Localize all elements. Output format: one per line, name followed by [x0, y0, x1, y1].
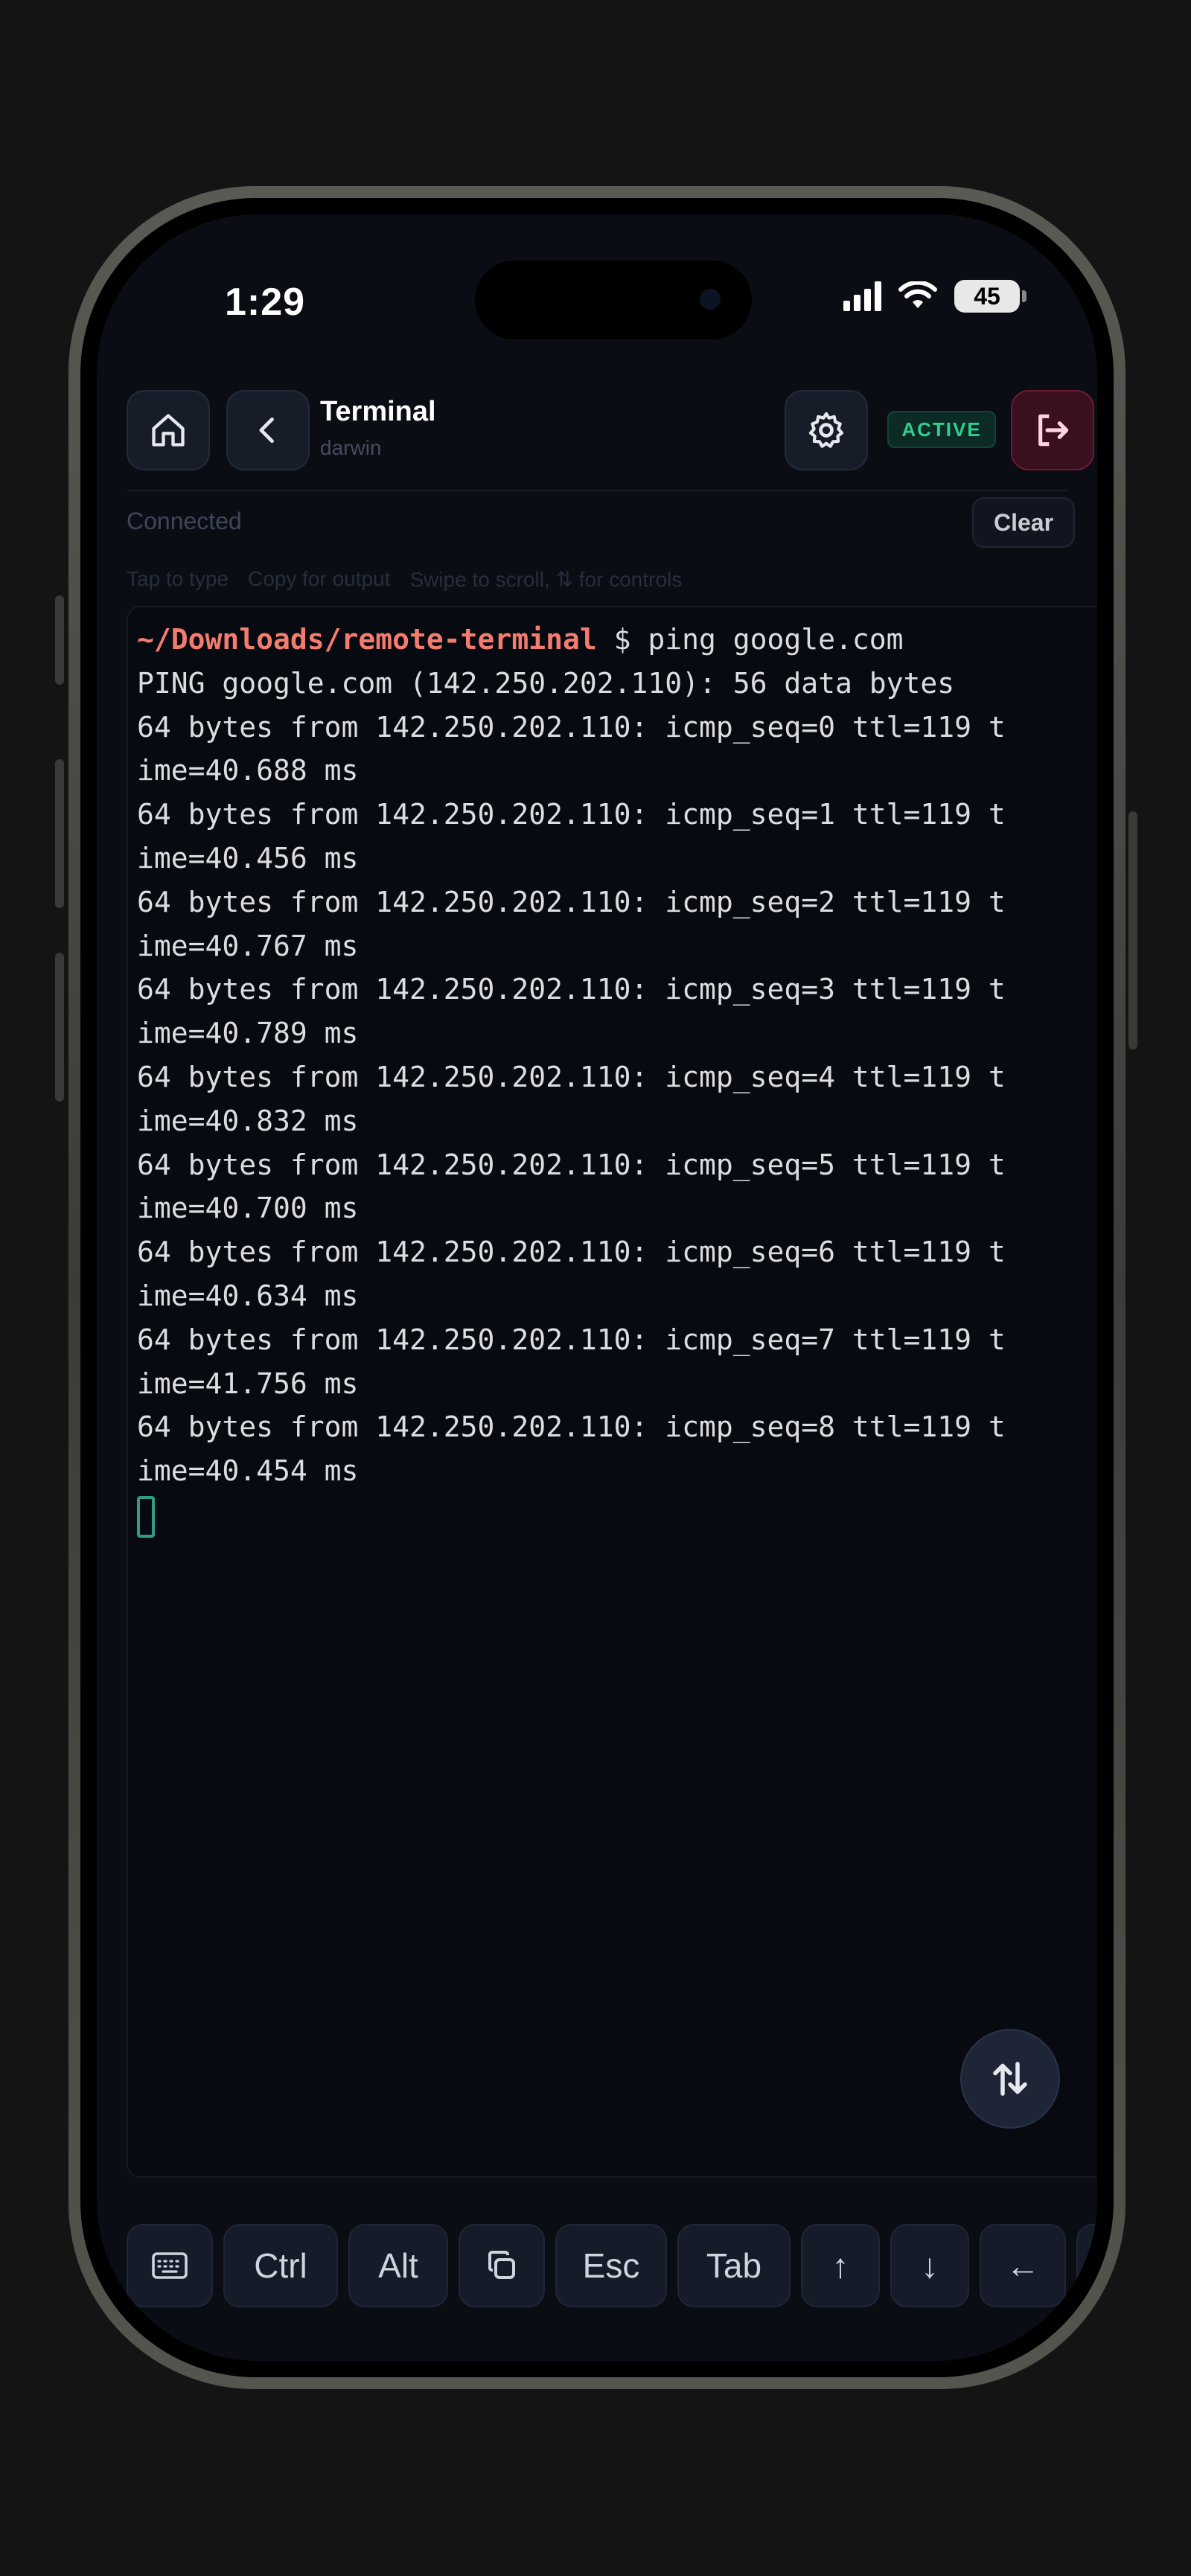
output-line: 64 bytes from 142.250.202.110: icmp_seq=…	[137, 1148, 1006, 1181]
tab-key[interactable]: Tab	[677, 2224, 791, 2307]
output-line: 64 bytes from 142.250.202.110: icmp_seq=…	[137, 710, 1006, 744]
output-line: ime=40.454 ms	[137, 1454, 359, 1488]
controls-toggle-button[interactable]	[960, 2029, 1060, 2129]
copy-icon	[488, 2251, 515, 2279]
wifi-icon	[898, 281, 937, 308]
output-line: ime=40.767 ms	[137, 929, 359, 962]
home-button[interactable]	[127, 390, 210, 470]
output-line: ime=41.756 ms	[137, 1367, 359, 1400]
output-line: 64 bytes from 142.250.202.110: icmp_seq=…	[137, 973, 1006, 1006]
arrow-down-key[interactable]: ↓	[890, 2224, 969, 2307]
output-line: 64 bytes from 142.250.202.110: icmp_seq=…	[137, 1060, 1006, 1093]
hint-copy: Copy for output	[247, 567, 391, 590]
status-icons: 45	[843, 280, 1026, 313]
exit-icon	[1038, 414, 1069, 447]
output-line: PING google.com (142.250.202.110): 56 da…	[137, 666, 955, 700]
output-line: 64 bytes from 142.250.202.110: icmp_seq=…	[137, 798, 1006, 831]
page-subtitle: darwin	[320, 436, 382, 459]
battery-icon: 45	[954, 280, 1026, 313]
command-text: ping google.com	[648, 623, 904, 656]
hint-swipe: Swipe to scroll, ⇅ for controls	[409, 568, 683, 591]
terminal-cursor	[137, 1495, 155, 1538]
arrow-right-key[interactable]: →	[1076, 2224, 1097, 2307]
settings-button[interactable]	[785, 390, 868, 470]
output-line: ime=40.688 ms	[137, 754, 359, 787]
prompt-path: ~/Downloads/remote-terminal	[137, 623, 597, 656]
arrow-up-key[interactable]: ↑	[801, 2224, 880, 2307]
ctrl-key[interactable]: Ctrl	[223, 2224, 338, 2307]
phone-bezel: 1:29 45 Terminal darwin ACTIVE Connected…	[80, 198, 1114, 2377]
swap-vertical-icon	[993, 2062, 1027, 2096]
hint-bar: Tap to type Copy for output Swipe to scr…	[127, 567, 682, 592]
status-badge: ACTIVE	[887, 411, 996, 448]
volume-down-button	[55, 953, 64, 1102]
key-bar: Ctrl Alt Esc Tab ↑ ↓ ← →	[127, 2224, 1097, 2307]
prompt-symbol: $	[596, 623, 648, 656]
status-time: 1:29	[225, 281, 306, 324]
output-line: 64 bytes from 142.250.202.110: icmp_seq=…	[137, 1323, 1006, 1356]
signal-icon	[843, 281, 881, 311]
alt-key[interactable]: Alt	[348, 2224, 448, 2307]
phone-frame: 1:29 45 Terminal darwin ACTIVE Connected…	[68, 186, 1125, 2389]
output-line: ime=40.456 ms	[137, 841, 359, 875]
keyboard-key[interactable]	[127, 2224, 213, 2307]
connection-status: Connected	[127, 508, 242, 534]
esc-key[interactable]: Esc	[555, 2224, 667, 2307]
output-line: 64 bytes from 142.250.202.110: icmp_seq=…	[137, 1236, 1006, 1269]
gear-icon	[808, 412, 844, 448]
action-button	[55, 595, 64, 685]
screen: 1:29 45 Terminal darwin ACTIVE Connected…	[97, 214, 1097, 2361]
command-line: ~/Downloads/remote-terminal $ ping googl…	[137, 618, 1097, 662]
hint-tap: Tap to type	[127, 567, 229, 590]
chevron-left-icon	[259, 417, 274, 444]
volume-up-button	[55, 759, 64, 908]
arrow-left-key[interactable]: ←	[980, 2224, 1066, 2307]
output-line: ime=40.700 ms	[137, 1192, 359, 1225]
output-line: ime=40.832 ms	[137, 1104, 359, 1137]
output-line: ime=40.789 ms	[137, 1017, 359, 1050]
copy-key[interactable]	[459, 2224, 545, 2307]
power-button	[1128, 811, 1137, 1049]
back-button[interactable]	[226, 390, 310, 470]
output-line: ime=40.634 ms	[137, 1279, 359, 1312]
output-line: 64 bytes from 142.250.202.110: icmp_seq=…	[137, 885, 1006, 918]
page-title: Terminal	[320, 396, 436, 427]
output-line: 64 bytes from 142.250.202.110: icmp_seq=…	[137, 1410, 1006, 1444]
home-icon	[152, 414, 185, 447]
terminal-output[interactable]: ~/Downloads/remote-terminal $ ping googl…	[127, 606, 1097, 2178]
output-lines: PING google.com (142.250.202.110): 56 da…	[137, 662, 1097, 1493]
header-divider	[127, 490, 1067, 491]
keyboard-icon	[152, 2252, 188, 2279]
disconnect-button[interactable]	[1011, 390, 1094, 470]
front-camera	[700, 289, 721, 310]
clear-button[interactable]: Clear	[972, 497, 1075, 548]
